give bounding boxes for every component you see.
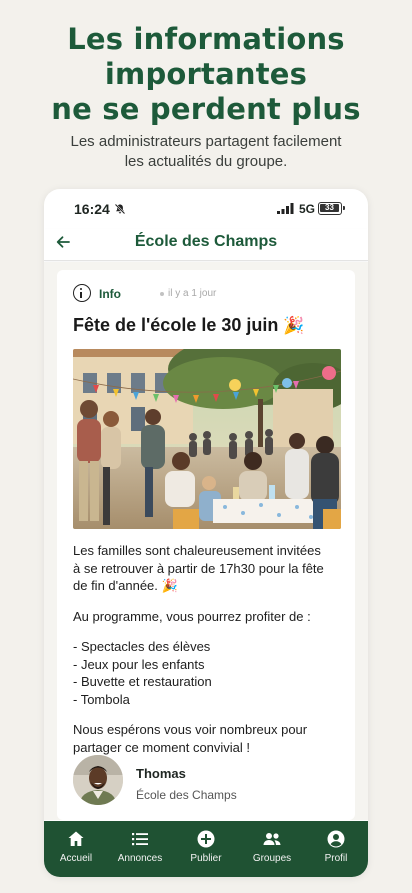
- school-party-photo: [73, 349, 341, 529]
- app-bar-title: École des Champs: [134, 233, 278, 250]
- party-emoji: 🎉: [161, 578, 178, 593]
- post-author[interactable]: Thomas École des Champs: [73, 752, 343, 808]
- program-item: - Buvette et restauration: [73, 674, 212, 689]
- body-line: à se retrouver à partir de 17h30 pour la…: [73, 560, 324, 576]
- author-org: École des Champs: [136, 788, 237, 802]
- program-item: - Jeux pour les enfants: [73, 656, 205, 672]
- network-label: 5G: [299, 202, 316, 216]
- account-icon: [327, 830, 345, 848]
- hero-subtitle-line: les actualités du groupe.: [124, 153, 288, 170]
- body-line: Les familles sont chaleureusement invité…: [73, 543, 321, 558]
- party-emoji: 🎉: [283, 316, 305, 335]
- tab-label: Profil: [324, 853, 348, 864]
- post-title-text: Fête de l'école le 30 juin: [73, 315, 279, 335]
- separator-dot: [160, 292, 164, 296]
- signal-icon: [277, 203, 294, 214]
- feed[interactable]: Info il y a 1 jour Fête de l'école le 30…: [44, 262, 368, 820]
- post-badge: Info: [99, 287, 121, 301]
- body-line: de fin d'année. 🎉: [73, 577, 343, 595]
- people-icon: [263, 833, 281, 845]
- author-photo: [73, 755, 123, 805]
- post-title: Fête de l'école le 30 juin 🎉: [73, 315, 305, 336]
- tab-label: Groupes: [252, 853, 292, 864]
- tab-label: Accueil: [59, 853, 93, 864]
- hero-subtitle: Les administrateurs partagent facilement…: [0, 132, 412, 172]
- post-time: il y a 1 jour: [168, 288, 217, 299]
- battery-icon: 33: [318, 202, 345, 215]
- hero-title-line: importantes: [104, 57, 308, 91]
- add-circle-icon: [197, 830, 215, 848]
- tab-publier[interactable]: Publier: [174, 821, 238, 877]
- tab-profil[interactable]: Profil: [304, 821, 368, 877]
- tab-label: Publier: [190, 853, 222, 864]
- bottom-nav: Accueil Annonces Publier Groupes Profil: [44, 821, 368, 877]
- program-item: - Tombola: [73, 691, 130, 707]
- tab-accueil[interactable]: Accueil: [44, 821, 108, 877]
- home-icon: [68, 831, 84, 846]
- list-icon: [132, 833, 148, 846]
- info-icon: [73, 284, 91, 302]
- hero-title-line: ne se perdent plus: [51, 92, 361, 126]
- post-card[interactable]: Info il y a 1 jour Fête de l'école le 30…: [57, 270, 355, 820]
- closing-line: Nous espérons vous voir nombreux pour: [73, 722, 308, 737]
- status-time: 16:24: [74, 201, 110, 217]
- tab-label: Annonces: [117, 853, 163, 864]
- hero-subtitle-line: Les administrateurs partagent facilement: [70, 133, 342, 150]
- hero-title: Les informations importantes ne se perde…: [0, 22, 412, 127]
- body-line-text: de fin d'année.: [73, 578, 158, 593]
- tab-annonces[interactable]: Annonces: [108, 821, 172, 877]
- author-name[interactable]: Thomas: [136, 766, 186, 781]
- hero-title-line: Les informations: [67, 22, 345, 56]
- phone-frame: 16:24 5G 33 École des Champs Info il y a…: [44, 189, 368, 877]
- avatar[interactable]: [73, 755, 123, 805]
- battery-level: 33: [320, 204, 339, 212]
- post-body: Les familles sont chaleureusement invité…: [73, 542, 343, 756]
- post-image[interactable]: [73, 349, 341, 529]
- tab-groupes[interactable]: Groupes: [240, 821, 304, 877]
- mute-icon: [114, 203, 126, 215]
- app-bar: École des Champs: [44, 229, 368, 261]
- status-bar: 16:24 5G 33: [44, 189, 368, 229]
- program-item: - Spectacles des élèves: [73, 639, 211, 654]
- program-intro: Au programme, vous pourrez profiter de :: [73, 608, 311, 624]
